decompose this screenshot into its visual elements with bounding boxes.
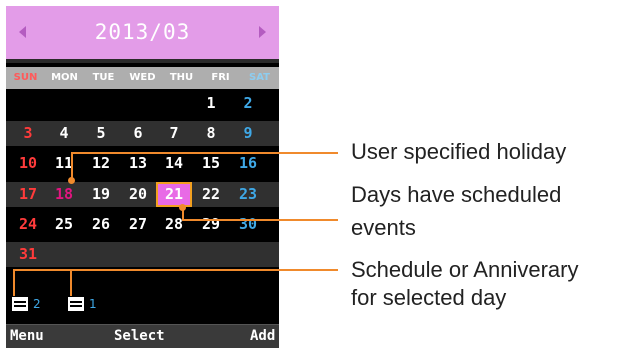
day-cell[interactable]: 7	[156, 121, 192, 146]
selected-day-summary: 2 1	[6, 272, 279, 320]
week-row: 17 18 19 20 21 22 23	[6, 182, 279, 207]
week-row: 24 25 26 27 28 29 30	[6, 212, 279, 237]
day-cell[interactable]: 18	[46, 182, 82, 207]
phone-screen: 2013/03 SUN MON TUE WED THU FRI SAT 1234…	[6, 6, 279, 348]
day-cell[interactable]: 4	[46, 121, 82, 146]
holiday-callout-line	[71, 152, 73, 180]
day-cell[interactable]: 1	[193, 91, 229, 116]
day-cell[interactable]: 5	[83, 121, 119, 146]
day-cell[interactable]: 11	[46, 151, 82, 176]
schedule-callout-line	[13, 269, 338, 271]
day-cell[interactable]: 22	[193, 182, 229, 207]
day-cell[interactable]: 12	[83, 151, 119, 176]
holiday-callout-line	[71, 152, 338, 154]
day-cell[interactable]: 27	[120, 212, 156, 237]
month-header: 2013/03	[6, 6, 279, 63]
day-cell[interactable]: 28	[156, 212, 192, 237]
day-cell[interactable]: 13	[120, 151, 156, 176]
day-cell[interactable]: 23	[230, 182, 266, 207]
week-row: 12	[6, 91, 279, 116]
weekday-mon: MON	[51, 72, 78, 83]
softkey-bar: Menu Select Add	[6, 324, 279, 348]
day-cell[interactable]: 19	[83, 182, 119, 207]
day-cell[interactable]: 14	[156, 151, 192, 176]
week-row: 31	[6, 242, 279, 267]
day-cell[interactable]: 25	[46, 212, 82, 237]
events-callout-label-line1: Days have scheduled	[351, 182, 562, 207]
day-cell[interactable]: 10	[10, 151, 46, 176]
weekday-fri: FRI	[211, 72, 230, 83]
day-cell[interactable]: 24	[10, 212, 46, 237]
weekday-sun: SUN	[13, 72, 38, 83]
month-title: 2013/03	[94, 20, 191, 44]
schedule-callout-label-line2: for selected day	[351, 285, 507, 310]
weekday-sat: SAT	[249, 72, 270, 83]
weekday-thu: THU	[169, 72, 194, 83]
day-cell[interactable]: 2	[230, 91, 266, 116]
day-cell[interactable]: 16	[230, 151, 266, 176]
day-cell[interactable]: 20	[120, 182, 156, 207]
weekday-header-row: SUN MON TUE WED THU FRI SAT	[6, 67, 279, 89]
day-cell[interactable]: 15	[193, 151, 229, 176]
schedule-count: 2	[33, 297, 41, 311]
holiday-callout-label: User specified holiday	[351, 139, 567, 164]
schedule-callout-label-line1: Schedule or Anniverary	[351, 257, 579, 282]
day-cell[interactable]: 17	[10, 182, 46, 207]
weekday-wed: WED	[129, 72, 156, 83]
day-cell[interactable]: 3	[10, 121, 46, 146]
day-cell[interactable]: 8	[193, 121, 229, 146]
schedule-list-icon	[12, 297, 28, 311]
anniversary-count: 1	[89, 297, 97, 311]
add-softkey[interactable]: Add	[250, 325, 275, 348]
day-cell[interactable]: 29	[193, 212, 229, 237]
day-cell[interactable]: 9	[230, 121, 266, 146]
events-callout-label-line2: events	[351, 215, 416, 240]
schedule-callout-line	[13, 270, 15, 296]
day-cell[interactable]: 26	[83, 212, 119, 237]
select-softkey[interactable]: Select	[114, 325, 165, 348]
anniversary-calendar-icon	[68, 297, 84, 311]
calendar-grid: 1 2 3 4 5 6 7 8 9 10 11 12 13 14 15 16 17 18 19 20 21 22 23 24 2…	[6, 91, 279, 269]
week-row: 10 11 12 13 14 15 16	[6, 151, 279, 176]
day-cell[interactable]: 30	[230, 212, 266, 237]
schedule-callout-line	[70, 270, 72, 296]
day-cell[interactable]: 6	[120, 121, 156, 146]
next-month-arrow-icon[interactable]	[259, 26, 266, 38]
day-cell[interactable]: 31	[10, 242, 46, 267]
day-cell[interactable]: 21	[156, 182, 192, 207]
menu-softkey[interactable]: Menu	[10, 325, 44, 348]
week-row: 3456789	[6, 121, 279, 146]
weekday-tue: TUE	[92, 72, 115, 83]
events-callout-line	[182, 219, 338, 221]
